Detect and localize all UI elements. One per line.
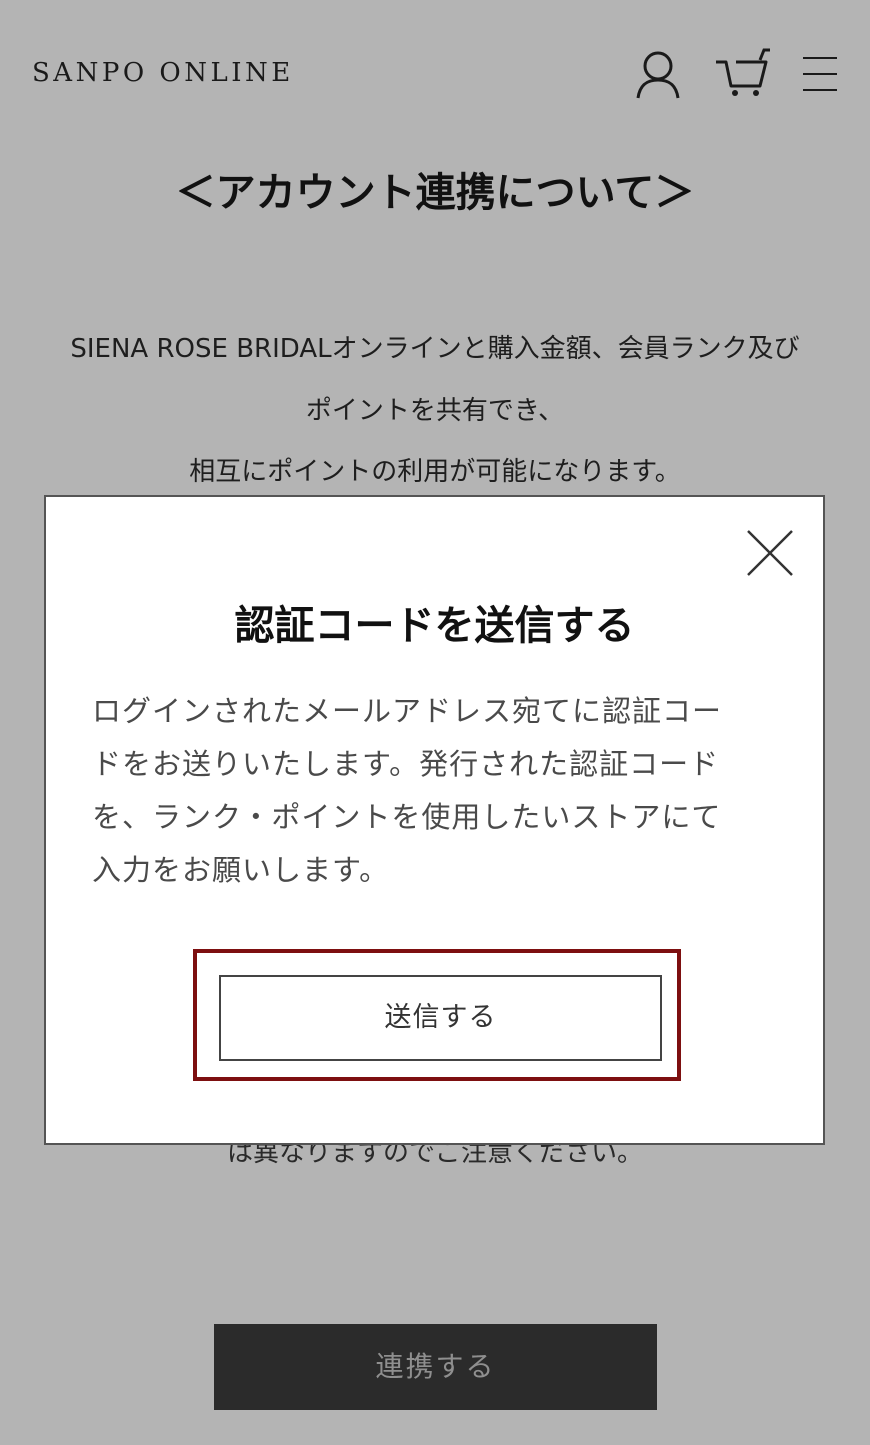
send-code-modal: 認証コードを送信する ログインされたメールアドレス宛てに認証コー ドをお送りいた… bbox=[44, 495, 825, 1145]
description-line: SIENA ROSE BRIDALオンラインと購入金額、会員ランク及び bbox=[70, 334, 800, 364]
modal-body-line: を、ランク・ポイントを使用したいストアにて bbox=[92, 800, 722, 834]
description-line: ポイントを共有でき、 bbox=[305, 396, 565, 426]
modal-body-line: 入力をお願いします。 bbox=[92, 853, 390, 887]
menu-icon[interactable] bbox=[801, 55, 839, 95]
site-header: SANPO ONLINE bbox=[0, 0, 870, 150]
cart-icon[interactable] bbox=[714, 48, 772, 98]
send-button-highlight: 送信する bbox=[193, 949, 681, 1081]
modal-body-line: ドをお送りいたします。発行された認証コード bbox=[92, 747, 720, 781]
account-icon[interactable] bbox=[634, 50, 682, 100]
description-line: 相互にポイントの利用が可能になります。 bbox=[189, 457, 681, 487]
close-icon[interactable] bbox=[745, 528, 795, 578]
modal-body: ログインされたメールアドレス宛てに認証コー ドをお送りいたします。発行された認証… bbox=[92, 685, 772, 897]
page-title: ＜アカウント連携について＞ bbox=[175, 170, 695, 216]
modal-body-line: ログインされたメールアドレス宛てに認証コー bbox=[92, 694, 723, 728]
site-logo[interactable]: SANPO ONLINE bbox=[32, 58, 294, 88]
modal-title: 認証コードを送信する bbox=[234, 603, 635, 649]
send-code-button[interactable]: 送信する bbox=[219, 975, 662, 1061]
link-account-button[interactable]: 連携する bbox=[214, 1324, 657, 1410]
